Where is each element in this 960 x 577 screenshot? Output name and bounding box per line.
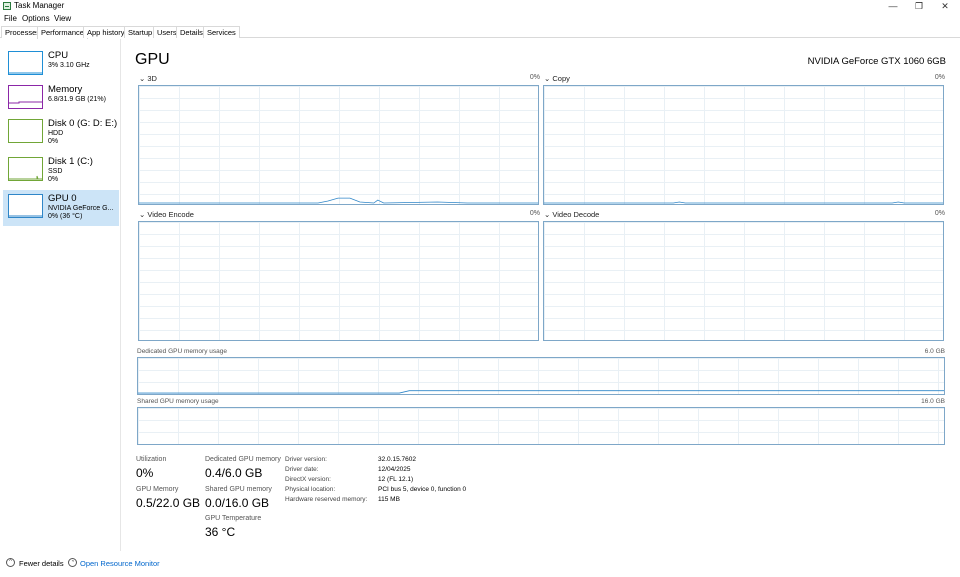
utilization-value: 0% [136,466,154,480]
graph-video-decode-label[interactable]: ⌄ Video Decode [544,210,599,219]
minimize-button[interactable]: — [880,0,906,13]
sidebar-item-label: CPU [48,50,69,61]
restore-button[interactable]: ❐ [906,0,932,13]
graph-3d-percent: 0% [529,74,540,81]
window-title: Task Manager [14,1,65,10]
shared-memory-value: 0.0/16.0 GB [205,496,270,510]
sidebar-item-disk-0[interactable]: Disk 0 (G: D: E:) HDD 0% [3,115,119,151]
sidebar-item-label: Disk 1 (C:) [48,156,93,167]
tab-services[interactable]: Services [203,26,240,38]
sidebar-item-label: Memory [48,84,83,95]
sidebar-item-memory[interactable]: Memory 6.8/31.9 GB (21%) [3,81,119,117]
gpu-temperature-label: GPU Temperature [205,515,262,522]
sidebar-item-detail: 0% (36 °C) [48,213,83,220]
graph-copy-percent: 0% [934,74,945,81]
tab-strip: Processes Performance App history Startu… [0,26,960,39]
sidebar-item-disk-1[interactable]: Disk 1 (C:) SSD 0% [3,153,119,189]
shared-memory-graph [137,407,945,445]
shared-memory-graph-label: Shared GPU memory usage [137,398,219,405]
close-button[interactable]: ✕ [932,0,958,13]
gpu-model-name: NVIDIA GeForce GTX 1060 6GB [807,56,946,67]
cpu-thumbnail-graph [8,51,43,75]
directx-version-value: 12 (FL 12.1) [378,476,414,483]
open-resource-monitor-link[interactable]: Open Resource Monitor [80,559,160,568]
graph-3d-label[interactable]: ⌄ 3D [139,74,157,83]
physical-location-label: Physical location: [285,486,336,493]
graph-3d [138,85,539,205]
disk0-thumbnail-graph [8,119,43,143]
graph-video-encode [138,221,539,341]
performance-sidebar: CPU 3% 3.10 GHz Memory 6.8/31.9 GB (21%)… [0,39,121,551]
gpu-memory-value: 0.5/22.0 GB [136,496,201,510]
page-title: GPU [135,51,170,68]
graph-video-decode [543,221,944,341]
menu-view[interactable]: View [54,14,71,23]
sidebar-item-label: GPU 0 [48,193,77,204]
sidebar-item-gpu-0[interactable]: GPU 0 NVIDIA GeForce G... 0% (36 °C) [3,190,119,226]
dedicated-memory-value: 0.4/6.0 GB [205,466,263,480]
menu-options[interactable]: Options [22,14,50,23]
graph-copy-label[interactable]: ⌄ Copy [544,74,570,83]
footer: ^ Fewer details ◔ Open Resource Monitor [0,556,960,572]
hardware-reserved-memory-value: 115 MB [378,496,400,503]
graph-video-encode-label[interactable]: ⌄ Video Encode [139,210,194,219]
driver-version-value: 32.0.15.7602 [378,456,416,463]
driver-date-label: Driver date: [285,466,319,473]
hardware-reserved-memory-label: Hardware reserved memory: [285,496,368,503]
driver-version-label: Driver version: [285,456,327,463]
sidebar-item-detail: 6.8/31.9 GB (21%) [48,96,106,103]
sidebar-item-label: Disk 0 (G: D: E:) [48,118,118,129]
graph-video-decode-percent: 0% [934,210,945,217]
sidebar-item-detail: HDD [48,130,64,137]
sidebar-item-detail: 3% 3.10 GHz [48,62,90,69]
dedicated-memory-graph-label: Dedicated GPU memory usage [137,348,227,355]
resource-monitor-icon: ◔ [68,558,77,567]
driver-date-value: 12/04/2025 [378,466,411,473]
gpu-thumbnail-graph [8,194,43,218]
sidebar-item-detail: 0% [48,176,59,183]
sidebar-item-cpu[interactable]: CPU 3% 3.10 GHz [3,47,119,83]
graph-video-encode-percent: 0% [529,210,540,217]
disk1-thumbnail-graph [8,157,43,181]
physical-location-value: PCI bus 5, device 0, function 0 [378,486,467,493]
utilization-label: Utilization [136,456,167,463]
memory-thumbnail-graph [8,85,43,109]
sidebar-item-detail: NVIDIA GeForce G... [48,205,114,212]
title-bar: Task Manager — ❐ ✕ [0,0,960,13]
menu-file[interactable]: File [4,14,17,23]
sidebar-item-detail: 0% [48,138,59,145]
directx-version-label: DirectX version: [285,476,331,483]
tab-app-history[interactable]: App history [83,26,129,38]
graph-copy [543,85,944,205]
fewer-details-button[interactable]: Fewer details [19,559,64,568]
dedicated-memory-label: Dedicated GPU memory [205,456,281,463]
gpu-temperature-value: 36 °C [205,525,236,539]
sidebar-item-detail: SSD [48,168,63,175]
dedicated-memory-graph [137,357,945,395]
shared-memory-label: Shared GPU memory [205,486,272,493]
menu-bar: File Options View [0,13,960,25]
task-manager-icon [3,2,11,10]
shared-memory-graph-max: 16.0 GB [921,398,945,405]
chevron-up-icon[interactable]: ^ [6,558,15,567]
tab-performance[interactable]: Performance [37,26,88,39]
tab-startup[interactable]: Startup [124,26,157,38]
dedicated-memory-graph-max: 6.0 GB [924,348,945,355]
gpu-memory-label: GPU Memory [136,486,179,493]
